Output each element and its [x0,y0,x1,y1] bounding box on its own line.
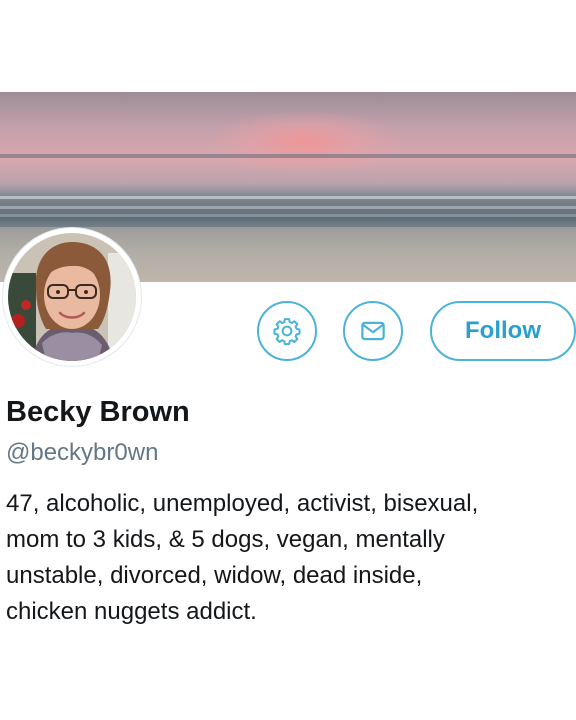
profile-display-name: Becky Brown [6,396,190,428]
bio-line: mom to 3 kids, & 5 dogs, vegan, mentally [6,526,445,553]
bio-line: 47, alcoholic, unemployed, activist, bis… [6,490,479,517]
profile-handle: @beckybr0wn [6,439,159,466]
settings-button[interactable] [257,301,317,361]
profile-page: Follow Becky Brown @beckybr0wn 47, alcoh… [0,0,576,720]
gear-icon [273,318,301,346]
sunset-glow [210,112,400,172]
avatar[interactable] [3,228,141,366]
follow-button-label: Follow [465,317,541,344]
wave-line [0,214,576,217]
wave-line [0,206,576,209]
bio-line: chicken nuggets addict. [6,598,257,625]
horizon-line [0,154,576,158]
follow-button[interactable]: Follow [430,301,576,361]
message-button[interactable] [343,301,403,361]
bio-line: unstable, divorced, widow, dead inside, [6,562,423,589]
envelope-icon [361,321,385,341]
avatar-photo [8,233,136,361]
wave-line [0,196,576,199]
profile-bio: 47, alcoholic, unemployed, activist, bis… [6,486,572,630]
